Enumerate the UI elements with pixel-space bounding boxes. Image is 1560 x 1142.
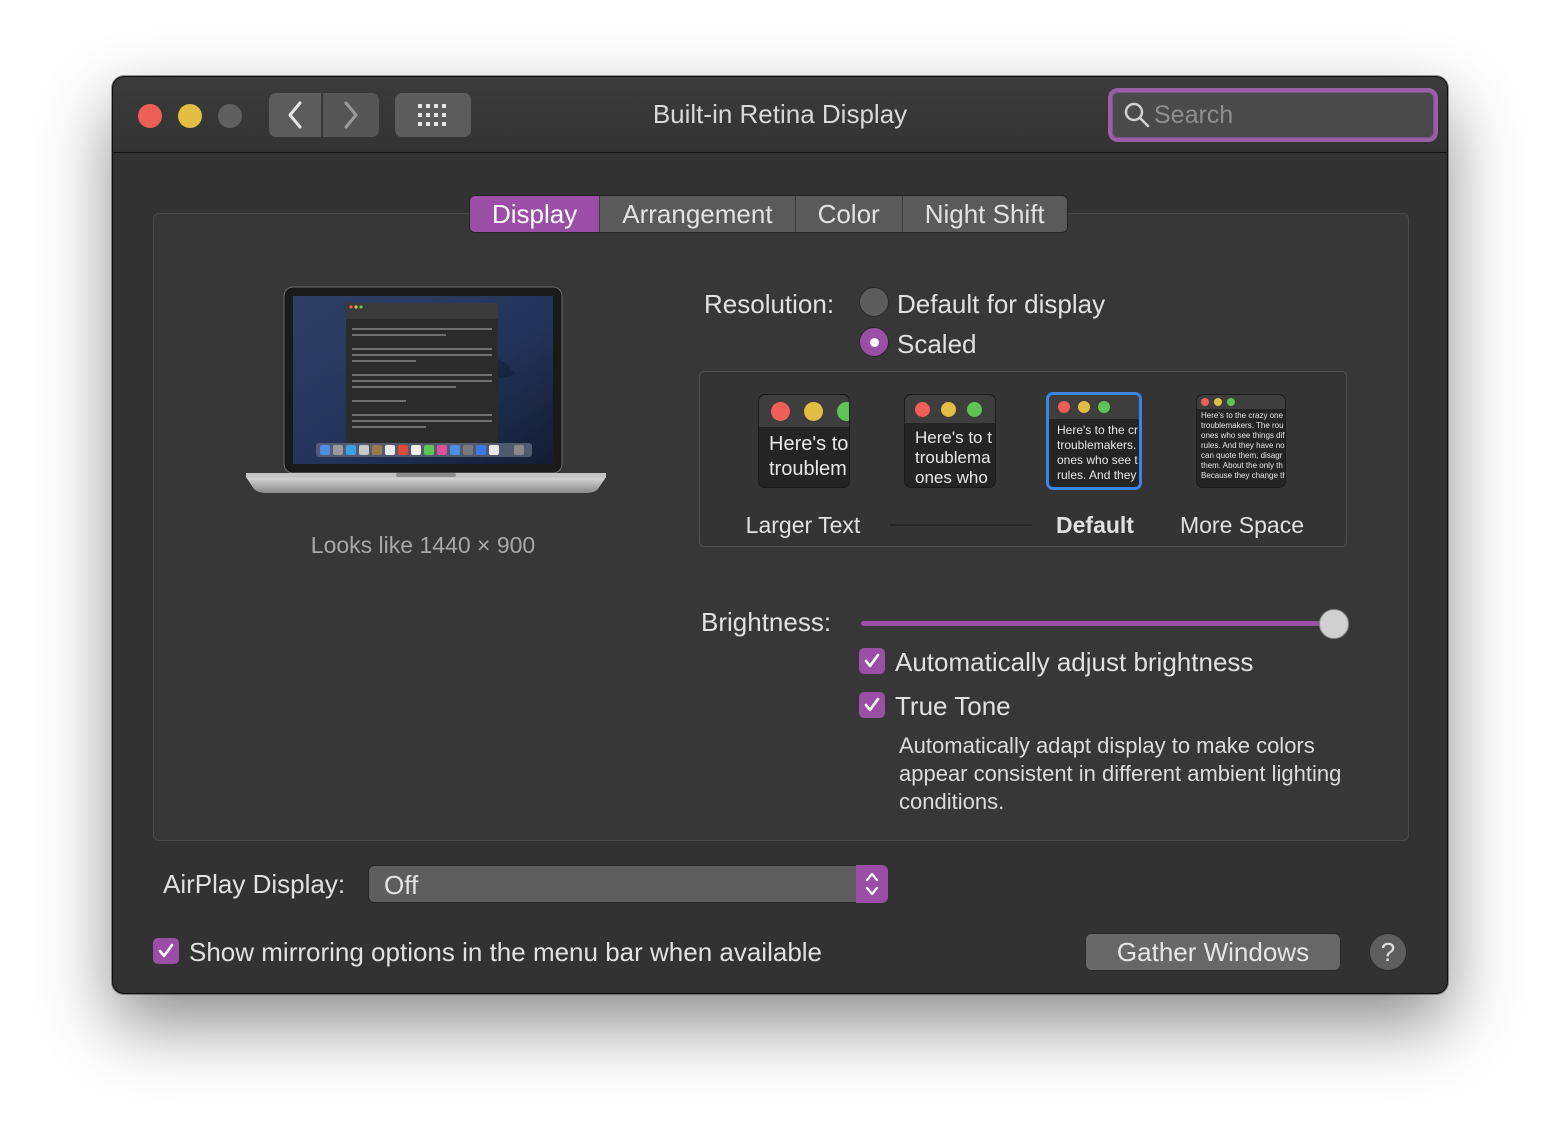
preferences-window: Built-in Retina Display Display Arrangem… — [112, 76, 1448, 994]
search-field[interactable] — [1108, 88, 1438, 142]
tab-color[interactable]: Color — [796, 196, 903, 232]
brightness-slider-knob[interactable] — [1319, 609, 1349, 639]
scale-preview-text: Here's to troublem — [759, 427, 849, 482]
scale-label-default: Default — [1030, 512, 1160, 539]
tab-bar: Display Arrangement Color Night Shift — [469, 195, 1068, 233]
scaling-options: Here's to troublem Here's to t troublema… — [699, 371, 1347, 547]
scale-preview-text: Here's to the crazy one troublemakers. T… — [1197, 409, 1285, 481]
title-bar: Built-in Retina Display — [113, 77, 1447, 153]
search-icon — [1124, 102, 1150, 128]
mirroring-label[interactable]: Show mirroring options in the menu bar w… — [189, 937, 822, 968]
airplay-label: AirPlay Display: — [163, 869, 345, 900]
scale-option-larger-text[interactable]: Here's to troublem — [758, 394, 850, 488]
gather-windows-button[interactable]: Gather Windows — [1085, 933, 1341, 971]
radio-scaled[interactable] — [859, 327, 889, 357]
radio-default-for-display[interactable] — [859, 287, 889, 317]
checkmark-icon — [863, 696, 881, 714]
mirroring-checkbox[interactable] — [153, 938, 179, 964]
checkmark-icon — [157, 942, 175, 960]
resolution-label: Resolution: — [704, 289, 834, 320]
scale-option-more-space[interactable]: Here's to the crazy one troublemakers. T… — [1196, 394, 1286, 488]
tab-arrangement[interactable]: Arrangement — [600, 196, 795, 232]
search-input[interactable] — [1154, 101, 1424, 130]
true-tone-description: Automatically adapt display to make colo… — [899, 732, 1369, 816]
tab-night-shift[interactable]: Night Shift — [903, 196, 1067, 232]
scale-preview-text: Here's to the cr troublemakers. ones who… — [1049, 419, 1139, 483]
radio-scaled-label[interactable]: Scaled — [897, 329, 977, 360]
scale-preview-text: Here's to t troublema ones who — [905, 423, 995, 488]
auto-brightness-checkbox[interactable] — [859, 648, 885, 674]
airplay-display-value: Off — [384, 870, 418, 901]
tab-display[interactable]: Display — [470, 196, 600, 232]
help-button[interactable]: ? — [1369, 933, 1407, 971]
scale-label-more-space: More Space — [1166, 512, 1318, 539]
laptop-preview-image — [246, 285, 606, 495]
airplay-display-popup[interactable]: Off — [368, 865, 888, 903]
true-tone-checkbox[interactable] — [859, 692, 885, 718]
updown-arrows-icon — [856, 865, 888, 903]
auto-brightness-label[interactable]: Automatically adjust brightness — [895, 647, 1253, 678]
scale-option-2[interactable]: Here's to t troublema ones who — [904, 394, 996, 488]
scale-divider — [890, 524, 1032, 526]
resolution-preview-label: Looks like 1440 × 900 — [243, 532, 603, 559]
checkmark-icon — [863, 652, 881, 670]
true-tone-label[interactable]: True Tone — [895, 691, 1011, 722]
scale-option-default[interactable]: Here's to the cr troublemakers. ones who… — [1046, 392, 1142, 490]
brightness-slider-track[interactable] — [861, 621, 1335, 626]
scale-label-larger-text: Larger Text — [728, 512, 878, 539]
brightness-label: Brightness: — [701, 607, 831, 638]
radio-default-for-display-label[interactable]: Default for display — [897, 289, 1105, 320]
